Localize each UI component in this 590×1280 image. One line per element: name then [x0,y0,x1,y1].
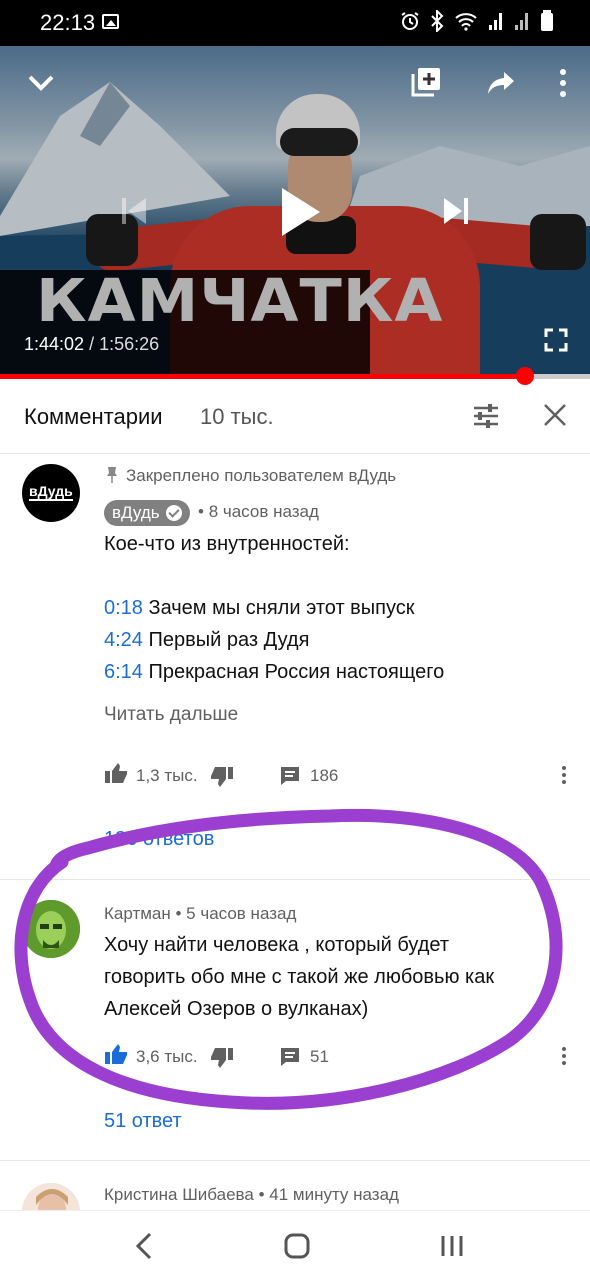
next-icon[interactable] [442,196,470,226]
more-vert-icon[interactable] [561,766,567,787]
pin-icon [107,467,117,483]
comment-thread: Кристина Шибаева • 41 минуту назад [0,1161,590,1210]
meta-separator: • [170,904,187,923]
comment-line: Алексей Озеров о вулканах) [104,998,369,1020]
reply-count: 186 [310,766,339,785]
status-bar: 22:13 [0,0,590,46]
verified-icon [165,505,182,521]
meta-separator: • [198,502,209,521]
seek-bar-played [0,374,526,379]
status-time: 22:13 [40,10,96,35]
add-to-playlist-icon[interactable] [410,66,442,98]
comment-time: • 8 часов назад [198,502,319,522]
avatar[interactable] [22,1183,80,1210]
like-count: 1,3 тыс. [136,766,198,785]
system-nav-bar [0,1210,590,1280]
author-name[interactable]: Картман [104,904,171,923]
chapter-line: 4:24 Первый раз Дудя [104,624,574,656]
back-icon[interactable] [134,1231,154,1261]
battery-icon [541,10,553,31]
timestamp-link[interactable]: 4:24 [104,629,143,651]
comment-meta: Картман • 5 часов назад [104,904,296,924]
chapter-line: 6:14 Прекрасная Россия настоящего [104,656,574,688]
reply-icon[interactable] [280,766,300,786]
current-time: 1:44:02 [24,334,85,354]
chevron-down-icon[interactable] [26,68,56,98]
comments-count: 10 тыс. [200,404,274,429]
time-text: 5 часов назад [186,904,297,923]
comments-header: Комментарии 10 тыс. [0,380,590,454]
comments-title: Комментарии [24,404,163,429]
video-player[interactable]: КАМЧАТКА 1:44:02 / 1:56:26 [0,46,590,378]
thumb-up-icon[interactable] [104,1043,128,1065]
gallery-icon [102,14,119,29]
signal-icon [515,13,528,30]
pinned-label: Закреплено пользователем вДудь [126,466,397,485]
comment-body: Хочу найти человека , который будет гово… [104,929,574,1025]
fullscreen-icon[interactable] [544,328,568,352]
author-name[interactable]: Кристина Шибаева [104,1185,254,1204]
view-replies-link[interactable]: 186 ответов [104,828,214,851]
alarm-icon [401,12,419,30]
time-text: 8 часов назад [208,502,319,521]
reply-icon[interactable] [280,1047,300,1067]
avatar-portrait [22,1183,80,1210]
thumb-down-icon[interactable] [210,1047,234,1069]
comment-body: Кое-что из внутренностей: 0:18 Зачем мы … [104,528,574,688]
avatar[interactable]: вДудь [22,464,80,522]
avatar[interactable] [22,900,80,958]
comment-line: говорить обо мне с такой же любовью как [104,966,495,988]
comment-meta: Кристина Шибаева • 41 минуту назад [104,1185,399,1205]
home-icon[interactable] [284,1231,310,1261]
comment-intro: Кое-что из внутренностей: [104,533,350,555]
more-vert-icon[interactable] [558,68,568,98]
time-text: 41 минуту назад [269,1185,399,1204]
author-name: вДудь [112,503,160,522]
chapter-line: 0:18 Зачем мы сняли этот выпуск [104,592,574,624]
play-icon[interactable] [278,186,322,238]
comment-line: Хочу найти человека , который будет [104,934,449,956]
more-vert-icon[interactable] [561,1047,567,1068]
avatar-portrait [22,900,80,958]
close-icon[interactable] [542,402,568,428]
meta-separator: • [253,1185,270,1204]
read-more-link[interactable]: Читать дальше [104,704,238,726]
signal-icon [489,13,502,30]
status-icons [400,10,554,32]
seek-bar[interactable] [0,367,590,385]
share-icon[interactable] [486,70,516,96]
wifi-icon [455,13,477,31]
duration: 1:56:26 [99,334,160,354]
previous-icon [122,198,146,224]
avatar-logo: вДудь [29,483,73,501]
chapter-title: Прекрасная Россия настоящего [148,661,445,683]
recents-icon[interactable] [440,1231,464,1261]
timestamp-link[interactable]: 0:18 [104,597,143,619]
chapter-title: Зачем мы сняли этот выпуск [148,597,415,619]
timestamp-link[interactable]: 6:14 [104,661,143,683]
time-separator: / [84,334,100,354]
thumb-up-icon[interactable] [104,762,128,784]
reply-count: 51 [310,1047,329,1066]
bluetooth-icon [431,10,444,32]
sort-icon[interactable] [472,402,500,430]
author-chip[interactable]: вДудь [104,500,190,526]
chapter-title: Первый раз Дудя [148,629,310,651]
view-replies-link[interactable]: 51 ответ [104,1110,182,1133]
time-readout: 1:44:02 / 1:56:26 [24,334,159,355]
like-count: 3,6 тыс. [136,1047,198,1066]
thumb-down-icon[interactable] [210,766,234,788]
divider [0,879,590,880]
